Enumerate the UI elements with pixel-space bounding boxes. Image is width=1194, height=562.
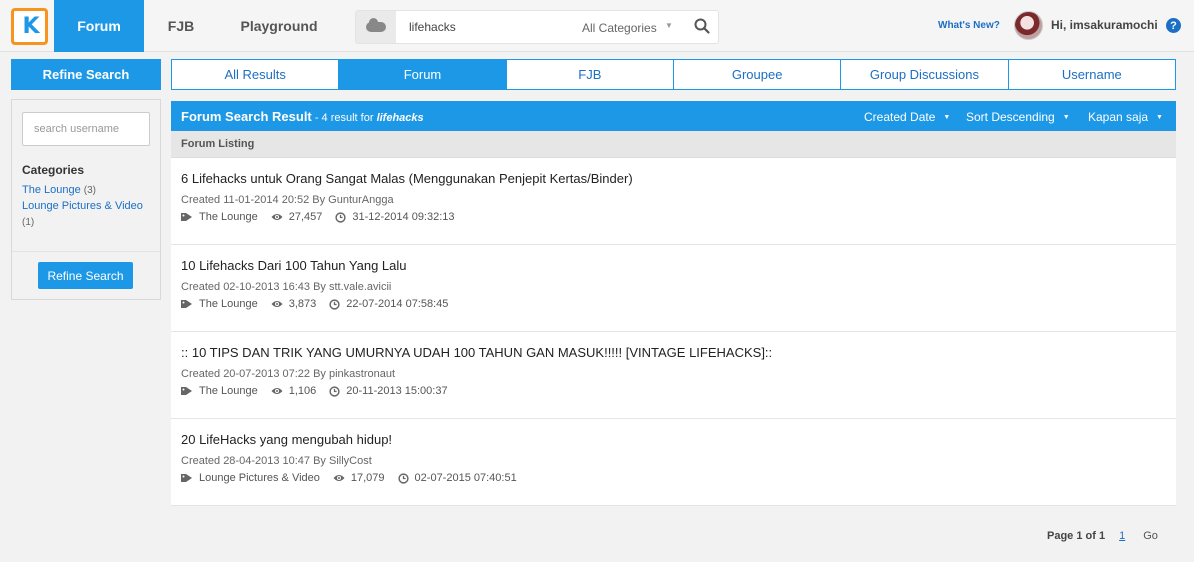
chevron-down-icon: ▼ <box>943 114 951 121</box>
thread-meta: The Lounge 1,106 20-11-2013 15:00:37 <box>181 385 448 397</box>
thread-row: :: 10 TIPS DAN TRIK YANG UMURNYA UDAH 10… <box>171 332 1176 419</box>
pagination: Page 1 of 1 1 Go <box>1047 530 1158 542</box>
go-button[interactable]: Go <box>1143 530 1158 542</box>
search-input[interactable]: lifehacks <box>409 20 456 34</box>
thread-views: 3,873 <box>288 298 317 310</box>
refine-panel: Categories The Lounge (3) Lounge Picture… <box>11 99 161 300</box>
thread-meta: Lounge Pictures & Video 17,079 02-07-201… <box>181 472 517 484</box>
global-search: lifehacks All Categories ▼ <box>355 10 719 44</box>
chevron-down-icon: ▼ <box>1156 114 1163 121</box>
chevron-down-icon: ▼ <box>1062 114 1070 121</box>
category-item[interactable]: The Lounge (3) <box>22 182 152 199</box>
categories-heading: Categories <box>22 163 85 177</box>
results-title: Forum Search Result - 4 result for lifeh… <box>181 109 424 124</box>
time-filter-dropdown[interactable]: Kapan saja ▼ <box>1088 110 1163 124</box>
nav-tab-fjb[interactable]: FJB <box>144 0 218 52</box>
nav-tab-forum[interactable]: Forum <box>54 0 144 52</box>
thread-title-link[interactable]: :: 10 TIPS DAN TRIK YANG UMURNYA UDAH 10… <box>181 345 772 360</box>
thread-category-link[interactable]: The Lounge <box>199 211 258 223</box>
tab-username[interactable]: Username <box>1009 60 1175 89</box>
thread-views: 17,079 <box>350 472 385 484</box>
clock-icon <box>329 385 340 397</box>
tab-groupee[interactable]: Groupee <box>674 60 842 89</box>
thread-views: 27,457 <box>288 211 323 223</box>
chat-icon[interactable] <box>356 11 396 43</box>
thread-title-link[interactable]: 10 Lifehacks Dari 100 Tahun Yang Lalu <box>181 258 407 273</box>
thread-row: 10 Lifehacks Dari 100 Tahun Yang Lalu Cr… <box>171 245 1176 332</box>
refine-search-header: Refine Search <box>11 59 161 90</box>
nav-tab-playground[interactable]: Playground <box>228 0 330 52</box>
eye-icon <box>333 475 345 481</box>
search-icon[interactable] <box>693 17 711 35</box>
thread-row: 20 LifeHacks yang mengubah hidup! Create… <box>171 419 1176 506</box>
thread-created-info: Created 28-04-2013 10:47 By SillyCost <box>181 455 372 467</box>
thread-meta: The Lounge 27,457 31-12-2014 09:32:13 <box>181 211 455 223</box>
tag-icon <box>181 213 192 221</box>
thread-last-post: 20-11-2013 15:00:37 <box>346 385 448 397</box>
page-label: Page 1 of 1 <box>1047 530 1106 542</box>
thread-last-post: 31-12-2014 09:32:13 <box>352 211 455 223</box>
tag-icon <box>181 474 192 482</box>
tag-icon <box>181 300 192 308</box>
user-greeting[interactable]: Hi, imsakuramochi <box>1051 18 1158 32</box>
clock-icon <box>329 298 340 310</box>
results-header: Forum Search Result - 4 result for lifeh… <box>171 101 1176 131</box>
eye-icon <box>271 301 283 307</box>
tag-icon <box>181 387 192 395</box>
sort-order-dropdown[interactable]: Sort Descending ▼ <box>966 110 1070 124</box>
thread-created-info: Created 02-10-2013 16:43 By stt.vale.avi… <box>181 281 392 293</box>
tab-forum[interactable]: Forum <box>339 60 507 89</box>
eye-icon <box>271 388 283 394</box>
username-search-input[interactable] <box>22 112 150 146</box>
thread-category-link[interactable]: The Lounge <box>199 385 258 397</box>
thread-created-info: Created 11-01-2014 20:52 By GunturAngga <box>181 194 394 206</box>
thread-last-post: 22-07-2014 07:58:45 <box>346 298 449 310</box>
thread-meta: The Lounge 3,873 22-07-2014 07:58:45 <box>181 298 448 310</box>
category-item[interactable]: Lounge Pictures & Video (1) <box>22 198 152 231</box>
thread-created-info: Created 20-07-2013 07:22 By pinkastronau… <box>181 368 396 380</box>
kaskus-logo[interactable]: K <box>11 8 48 45</box>
thread-last-post: 02-07-2015 07:40:51 <box>414 472 517 484</box>
thread-views: 1,106 <box>288 385 317 397</box>
whats-new-link[interactable]: What's New? <box>938 20 1000 31</box>
divider <box>12 251 160 252</box>
tab-group-discussions[interactable]: Group Discussions <box>841 60 1009 89</box>
thread-row: 6 Lifehacks untuk Orang Sangat Malas (Me… <box>171 158 1176 245</box>
eye-icon <box>271 214 283 220</box>
thread-title-link[interactable]: 20 LifeHacks yang mengubah hidup! <box>181 432 392 447</box>
page-link[interactable]: 1 <box>1119 530 1125 542</box>
result-tabs: All Results Forum FJB Groupee Group Disc… <box>171 59 1176 90</box>
thread-title-link[interactable]: 6 Lifehacks untuk Orang Sangat Malas (Me… <box>181 171 633 186</box>
sort-field-dropdown[interactable]: Created Date ▼ <box>864 110 950 124</box>
avatar[interactable] <box>1014 11 1043 40</box>
tab-all-results[interactable]: All Results <box>172 60 340 89</box>
clock-icon <box>335 211 347 223</box>
help-icon[interactable]: ? <box>1166 18 1181 33</box>
thread-category-link[interactable]: Lounge Pictures & Video <box>199 472 320 484</box>
category-select[interactable]: All Categories <box>582 21 657 35</box>
top-navbar: K Forum FJB Playground lifehacks All Cat… <box>0 0 1194 52</box>
clock-icon <box>397 472 409 484</box>
listing-bar: Forum Listing <box>171 131 1176 158</box>
thread-list: 6 Lifehacks untuk Orang Sangat Malas (Me… <box>171 158 1176 506</box>
refine-search-button[interactable]: Refine Search <box>38 262 133 289</box>
tab-fjb[interactable]: FJB <box>507 60 674 89</box>
chevron-down-icon[interactable]: ▼ <box>665 21 673 30</box>
thread-category-link[interactable]: The Lounge <box>199 298 258 310</box>
